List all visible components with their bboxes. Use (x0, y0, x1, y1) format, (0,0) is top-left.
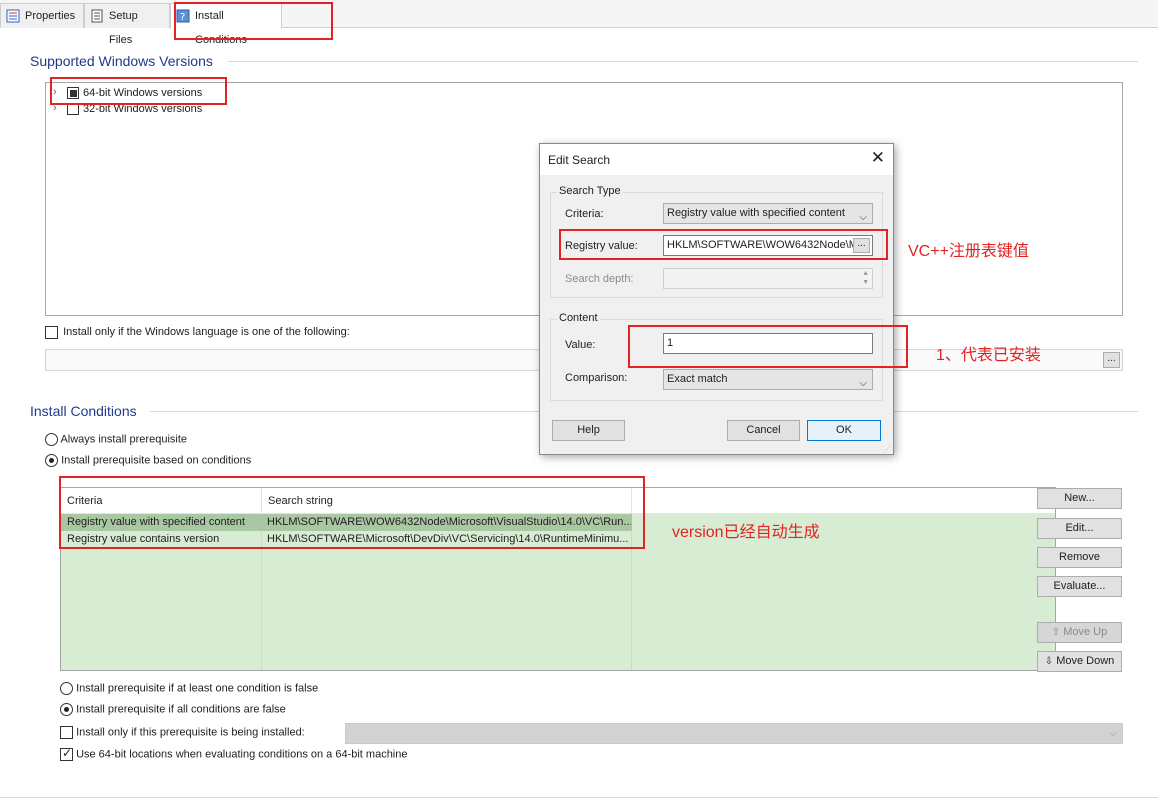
radio-any-false[interactable] (60, 682, 73, 695)
radio-all-false-option[interactable]: Install prerequisite if all conditions a… (60, 703, 286, 716)
arrow-down-icon: ⇩ (1044, 656, 1054, 667)
supported-versions-title: Supported Windows Versions (30, 53, 213, 69)
criteria-select[interactable]: Registry value with specified content ⌵ (663, 203, 873, 224)
setup-files-icon (91, 9, 103, 23)
chevron-down-icon: ⌵ (1109, 728, 1117, 739)
highlight-tab-box (174, 2, 333, 40)
dialog-title: Edit Search (548, 153, 611, 167)
chevron-down-icon: ⌵ (859, 378, 867, 389)
only-if-option[interactable]: Install only if this prerequisite is bei… (60, 726, 305, 739)
help-button[interactable]: Help (552, 420, 625, 441)
radio-any-false-label: Install prerequisite if at least one con… (76, 682, 319, 695)
prerequisite-select[interactable]: ⌵ (345, 723, 1123, 744)
use64-label: Use 64-bit locations when evaluating con… (76, 748, 408, 761)
remove-button[interactable]: Remove (1037, 547, 1122, 568)
language-checkbox[interactable] (45, 326, 58, 339)
highlight-64bit-box (50, 77, 227, 105)
group-title: Search Type (557, 185, 623, 197)
use64-checkbox[interactable] (60, 746, 73, 761)
radio-any-false-option[interactable]: Install prerequisite if at least one con… (60, 682, 318, 695)
ok-button[interactable]: OK (807, 420, 881, 441)
edit-button[interactable]: Edit... (1037, 518, 1122, 539)
only-if-checkbox[interactable] (60, 726, 73, 739)
tab-label: Properties (25, 10, 76, 22)
search-depth-stepper[interactable]: ▲ ▼ (663, 268, 873, 289)
stepper-arrows-icon[interactable]: ▲ ▼ (862, 269, 869, 287)
comparison-select[interactable]: Exact match ⌵ (663, 369, 873, 390)
tab-label: Setup Files (109, 10, 138, 46)
evaluate-button[interactable]: Evaluate... (1037, 576, 1122, 597)
chevron-down-icon: ⌵ (859, 212, 867, 223)
tab-setup-files[interactable]: Setup Files (84, 3, 170, 46)
highlight-value-box (628, 325, 908, 368)
section-divider (228, 61, 1138, 62)
properties-icon (6, 9, 20, 23)
group-title: Content (557, 312, 600, 324)
registry-annotation: VC++注册表键值 (908, 243, 1029, 260)
comparison-value: Exact match (667, 373, 728, 385)
language-browse-button[interactable]: ... (1103, 352, 1120, 368)
comparison-label: Comparison: (565, 372, 628, 384)
move-up-button[interactable]: ⇧ Move Up (1037, 622, 1122, 643)
only-if-label: Install only if this prerequisite is bei… (76, 726, 305, 739)
radio-all-false[interactable] (60, 703, 73, 716)
radio-conditions-label: Install prerequisite based on conditions (61, 454, 252, 467)
radio-always[interactable] (45, 433, 58, 446)
value-annotation: 1、代表已安装 (936, 347, 1041, 364)
criteria-label: Criteria: (565, 208, 604, 220)
move-up-label: Move Up (1063, 626, 1108, 638)
cancel-button[interactable]: Cancel (727, 420, 800, 441)
language-label: Install only if the Windows language is … (63, 326, 350, 339)
radio-all-false-label: Install prerequisite if all conditions a… (76, 703, 286, 716)
tab-properties[interactable]: Properties (0, 3, 84, 28)
new-button[interactable]: New... (1037, 488, 1122, 509)
highlight-registry-box (559, 229, 888, 260)
criteria-value: Registry value with specified content (667, 207, 845, 219)
close-icon[interactable]: ✕ (871, 149, 885, 166)
move-down-button[interactable]: ⇩ Move Down (1037, 651, 1122, 672)
radio-always-label: Always install prerequisite (60, 433, 188, 446)
language-option[interactable]: Install only if the Windows language is … (45, 326, 350, 339)
version-annotation: version已经自动生成 (672, 524, 820, 541)
radio-conditions-option[interactable]: Install prerequisite based on conditions (45, 454, 251, 467)
radio-conditions[interactable] (45, 454, 58, 467)
footer-divider (0, 797, 1158, 798)
arrow-up-icon: ⇧ (1051, 627, 1061, 638)
resize-grip-icon[interactable]: ⋰ (883, 445, 891, 454)
search-depth-label: Search depth: (565, 273, 634, 285)
highlight-grid-box (59, 476, 645, 549)
radio-always-option[interactable]: Always install prerequisite (45, 433, 187, 446)
value-label: Value: (565, 339, 596, 351)
install-conditions-title: Install Conditions (30, 403, 137, 419)
move-down-label: Move Down (1056, 655, 1115, 667)
edit-search-dialog: Edit Search ✕ Search Type Criteria: Regi… (539, 143, 894, 455)
use64-option[interactable]: Use 64-bit locations when evaluating con… (60, 746, 408, 761)
dialog-titlebar: Edit Search ✕ (540, 144, 893, 175)
